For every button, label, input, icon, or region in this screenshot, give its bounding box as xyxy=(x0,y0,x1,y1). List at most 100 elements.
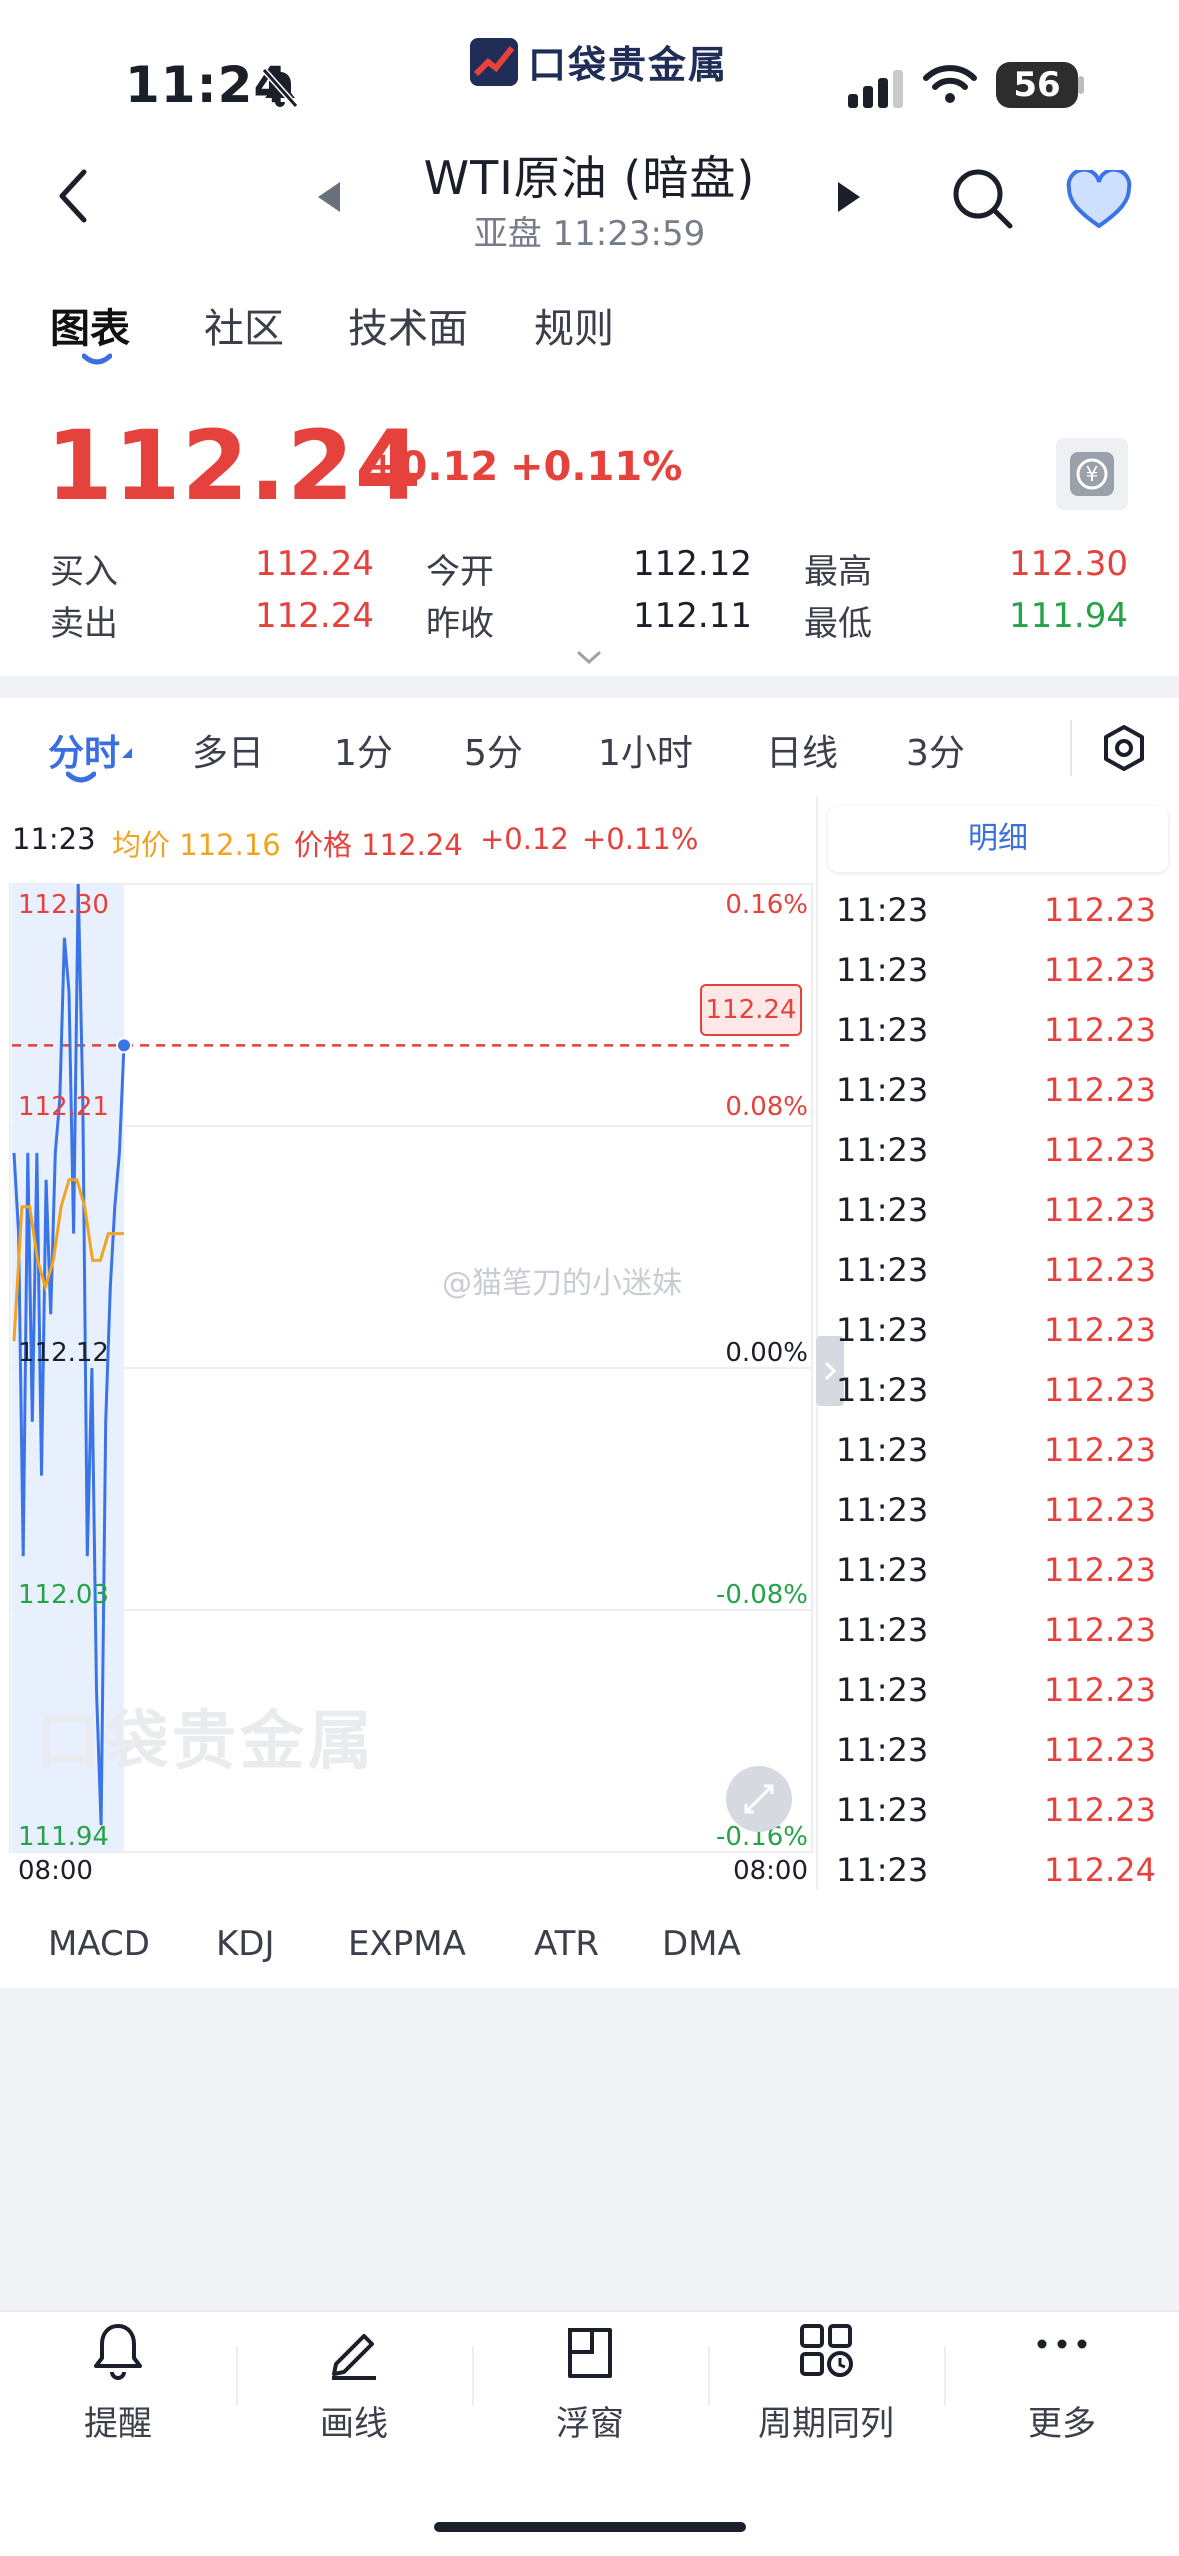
logo-mark-icon xyxy=(470,37,518,86)
crosshair-time: 11:23 xyxy=(12,822,96,856)
detail-row: 11:23 112.23 xyxy=(836,880,1156,940)
low-label: 最低 xyxy=(804,604,872,644)
detail-row-price: 112.24 xyxy=(1044,1851,1156,1889)
float-window-icon xyxy=(568,2328,612,2378)
section-divider xyxy=(0,676,1179,698)
next-symbol-icon[interactable] xyxy=(836,180,862,214)
detail-row-time: 11:23 xyxy=(836,1011,929,1049)
buy-label: 买入 xyxy=(50,552,118,592)
toolbar-alert-button[interactable]: 提醒 xyxy=(0,2320,236,2445)
detail-row-price: 112.23 xyxy=(1044,1671,1156,1709)
period-intraday[interactable]: 分时 xyxy=(48,724,120,776)
detail-row: 11:23 112.24 xyxy=(836,1840,1156,1900)
detail-row-price: 112.23 xyxy=(1044,1731,1156,1769)
detail-row-price: 112.23 xyxy=(1044,1791,1156,1829)
svg-text:¥: ¥ xyxy=(1086,462,1099,486)
detail-row-time: 11:23 xyxy=(836,1191,929,1229)
detail-row: 11:23 112.23 xyxy=(836,1120,1156,1180)
detail-row-time: 11:23 xyxy=(836,1611,929,1649)
buy-value: 112.24 xyxy=(255,544,374,584)
logo-watermark: 口袋贵金属 xyxy=(36,1705,376,1779)
period-daily[interactable]: 日线 xyxy=(766,724,838,776)
cellular-signal-icon xyxy=(848,70,903,108)
price-readout: 价格 112.24 xyxy=(294,828,463,862)
detail-row: 11:23 112.23 xyxy=(836,1060,1156,1120)
period-1min[interactable]: 1分 xyxy=(334,724,393,776)
prev-close-value: 112.11 xyxy=(633,596,752,636)
detail-row-time: 11:23 xyxy=(836,1131,929,1169)
open-label: 今开 xyxy=(426,552,494,592)
detail-row: 11:23 112.23 xyxy=(836,1240,1156,1300)
currency-icon: ¥ xyxy=(1070,452,1114,496)
detail-row: 11:23 112.23 xyxy=(836,1180,1156,1240)
app-logo: 口袋贵金属 xyxy=(470,34,728,89)
tab-chart[interactable]: 图表 xyxy=(50,296,130,354)
detail-row-price: 112.23 xyxy=(1044,1071,1156,1109)
detail-tab[interactable]: 明细 xyxy=(828,806,1168,872)
period-1hour[interactable]: 1小时 xyxy=(598,724,693,776)
toolbar-divider xyxy=(0,2310,1179,2312)
detail-row: 11:23 112.23 xyxy=(836,1420,1156,1480)
indicator-atr[interactable]: ATR xyxy=(534,1924,599,1964)
detail-row-time: 11:23 xyxy=(836,1791,929,1829)
period-multi-day[interactable]: 多日 xyxy=(192,724,264,776)
period-bar-divider xyxy=(1070,720,1072,776)
detail-row-price: 112.23 xyxy=(1044,1311,1156,1349)
high-value: 112.30 xyxy=(1009,544,1128,584)
detail-row-price: 112.23 xyxy=(1044,1611,1156,1649)
detail-row-time: 11:23 xyxy=(836,1851,929,1889)
change-readout: +0.12 xyxy=(480,822,569,856)
tab-rules[interactable]: 规则 xyxy=(534,296,614,354)
avg-price-readout: 均价 112.16 xyxy=(112,828,281,862)
detail-row: 11:23 112.23 xyxy=(836,1000,1156,1060)
battery-cap xyxy=(1078,76,1084,94)
detail-row-time: 11:23 xyxy=(836,1491,929,1529)
detail-row: 11:23 112.23 xyxy=(836,1780,1156,1840)
open-value: 112.12 xyxy=(633,544,752,584)
tab-technical[interactable]: 技术面 xyxy=(348,296,468,354)
active-period-indicator xyxy=(66,771,96,783)
toolbar-multi-period-label: 周期同列 xyxy=(758,2404,894,2444)
price-change-pct: +0.11% xyxy=(510,444,683,490)
indicator-macd[interactable]: MACD xyxy=(48,1924,150,1964)
period-dropdown-icon[interactable] xyxy=(118,746,134,760)
detail-row: 11:23 112.23 xyxy=(836,1600,1156,1660)
detail-row-price: 112.23 xyxy=(1044,1431,1156,1469)
indicator-expma[interactable]: EXPMA xyxy=(348,1924,466,1964)
detail-row: 11:23 112.23 xyxy=(836,1540,1156,1600)
chart-settings-icon[interactable] xyxy=(1102,724,1146,772)
y-tick-right-0: 0.16% xyxy=(725,890,808,920)
period-5min[interactable]: 5分 xyxy=(464,724,523,776)
change-pct-readout: +0.11% xyxy=(582,822,699,856)
detail-row-time: 11:23 xyxy=(836,891,929,929)
detail-row: 11:23 112.23 xyxy=(836,1660,1156,1720)
high-label: 最高 xyxy=(804,552,872,592)
toolbar-float-window-button[interactable]: 浮窗 xyxy=(472,2320,708,2445)
detail-row-time: 11:23 xyxy=(836,951,929,989)
toolbar-multi-period-button[interactable]: 周期同列 xyxy=(708,2320,944,2445)
indicator-kdj[interactable]: KDJ xyxy=(216,1924,275,1964)
more-dots-icon xyxy=(1037,2339,1087,2349)
sell-value: 112.24 xyxy=(255,596,374,636)
toolbar-more-label: 更多 xyxy=(1028,2404,1096,2444)
fullscreen-button[interactable] xyxy=(726,1766,792,1832)
currency-convert-button[interactable]: ¥ xyxy=(1056,438,1128,510)
detail-row: 11:23 112.23 xyxy=(836,1480,1156,1540)
period-3min[interactable]: 3分 xyxy=(906,724,965,776)
expand-icon xyxy=(744,1784,774,1814)
indicator-dma[interactable]: DMA xyxy=(662,1924,741,1964)
toolbar-draw-button[interactable]: 画线 xyxy=(236,2320,472,2445)
search-icon[interactable] xyxy=(950,166,1014,230)
tab-community[interactable]: 社区 xyxy=(204,296,284,354)
detail-row-time: 11:23 xyxy=(836,1371,929,1409)
bell-icon xyxy=(94,2324,142,2380)
expand-chevron-icon[interactable] xyxy=(576,650,602,666)
favorite-heart-icon[interactable] xyxy=(1066,170,1132,230)
sell-label: 卖出 xyxy=(50,604,118,644)
last-price-dot xyxy=(116,1037,132,1054)
toolbar-more-button[interactable]: 更多 xyxy=(944,2320,1179,2445)
detail-row-price: 112.23 xyxy=(1044,891,1156,929)
detail-row-time: 11:23 xyxy=(836,1551,929,1589)
detail-row-price: 112.23 xyxy=(1044,1251,1156,1289)
wifi-icon xyxy=(923,65,977,103)
